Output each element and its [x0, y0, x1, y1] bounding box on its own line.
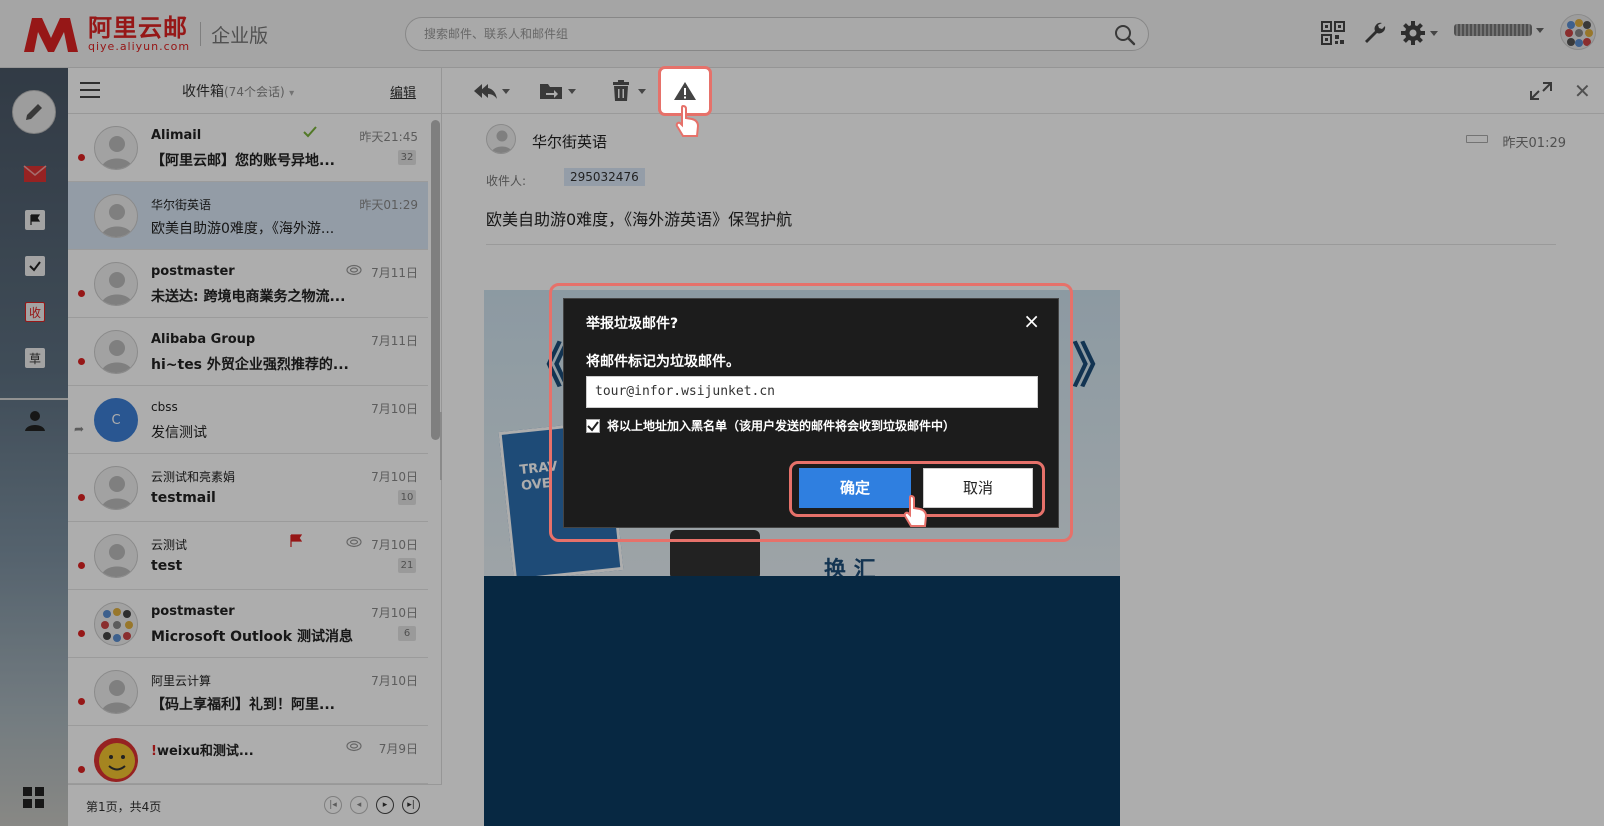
pointer-hand-icon	[903, 494, 928, 527]
close-icon[interactable]: ×	[1023, 311, 1040, 331]
dialog-description: 将邮件标记为垃圾邮件。	[586, 354, 740, 370]
check-icon	[587, 420, 599, 432]
blacklist-option[interactable]: 将以上地址加入黑名单（该用户发送的邮件将会收到垃圾邮件中）	[586, 417, 955, 434]
blacklist-checkbox[interactable]	[586, 418, 600, 433]
blacklist-label: 将以上地址加入黑名单（该用户发送的邮件将会收到垃圾邮件中）	[607, 419, 956, 433]
warning-icon	[674, 82, 696, 100]
confirm-button[interactable]: 确定	[799, 468, 911, 508]
sender-address-field[interactable]: tour@infor.wsijunket.cn	[586, 376, 1038, 408]
pointer-hand-icon	[675, 104, 700, 137]
cancel-button[interactable]: 取消	[923, 468, 1033, 508]
dialog-title: 举报垃圾邮件?	[586, 316, 679, 332]
